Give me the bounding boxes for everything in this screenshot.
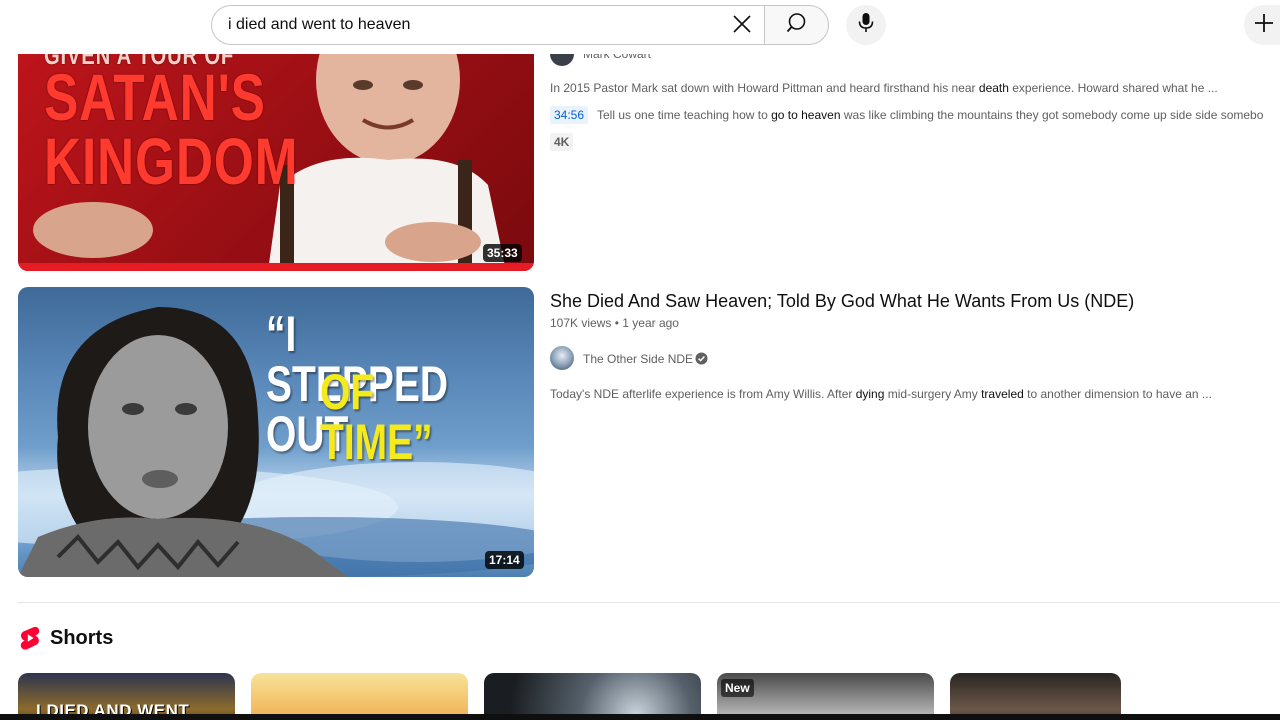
thumbnail-text-line: SATAN'S [44,60,266,134]
channel-name[interactable]: The Other Side NDE [583,352,693,366]
youtube-search-results-page: GIVEN A TOUR OF SATAN'S KINGDOM 35:33 Ma… [0,0,1280,720]
clear-search-button[interactable] [726,10,758,42]
verified-badge-icon [695,352,708,365]
video-title[interactable]: She Died And Saw Heaven; Told By God Wha… [550,291,1134,312]
view-count: 107K views [550,316,612,330]
desc-part-bold: dying [855,387,885,401]
video-duration-badge: 17:14 [485,551,524,569]
new-badge: New [721,679,754,697]
shorts-header: Shorts [20,626,113,650]
thumbnail-text-line: KINGDOM [44,124,299,198]
short-card-5[interactable] [950,673,1121,720]
desc-part: to another dimension to have an ... [1023,387,1212,401]
snippet-part: was like climbing the mountains they got… [840,108,1264,122]
desc-part: mid-surgery Amy [884,387,982,401]
search-box [211,5,764,45]
search-input[interactable] [228,10,708,40]
quality-badge: 4K [550,133,574,151]
plus-icon [1254,13,1274,38]
search-button[interactable] [764,5,829,45]
desc-part: Today's NDE afterlife experience is from… [550,387,856,401]
video-duration-badge: 35:33 [483,244,522,262]
shorts-logo-icon [20,626,40,650]
desc-part-bold: death [978,81,1009,95]
top-header [0,0,1280,54]
upload-age: 1 year ago [622,316,679,330]
chapter-timestamp[interactable]: 34:56 [550,106,589,124]
snippet-part: Tell us one time teaching how to [597,108,772,122]
shorts-title: Shorts [50,626,114,649]
close-icon [732,14,752,39]
desc-part-bold: traveled [981,387,1024,401]
create-button[interactable] [1244,5,1280,45]
chapter-snippet[interactable]: Tell us one time teaching how to go to h… [597,108,1263,122]
short-card-4[interactable]: New [717,673,934,720]
video-description: In 2015 Pastor Mark sat down with Howard… [550,81,1218,95]
thumbnail-text-line: OF TIME” [320,364,433,470]
snippet-part-bold: go to heaven [771,108,841,122]
search-icon [786,12,808,39]
thumbnail-border [18,263,534,271]
section-divider [18,602,1280,603]
voice-search-button[interactable] [846,5,886,45]
short-card-3[interactable] [484,673,701,720]
microphone-icon [858,12,874,39]
bottom-edge-bar [0,714,1280,720]
short-card-1[interactable]: I DIED AND WENT [18,673,235,720]
video-description: Today's NDE afterlife experience is from… [550,387,1212,401]
desc-part: In 2015 Pastor Mark sat down with Howard… [550,81,979,95]
short-card-2[interactable] [251,673,468,720]
video-thumbnail-2[interactable]: “I STEPPED OUT OF TIME” [18,287,534,577]
video-meta: 107K views • 1 year ago [550,316,679,330]
desc-part: experience. Howard shared what he ... [1008,81,1218,95]
channel-avatar[interactable] [550,346,574,370]
